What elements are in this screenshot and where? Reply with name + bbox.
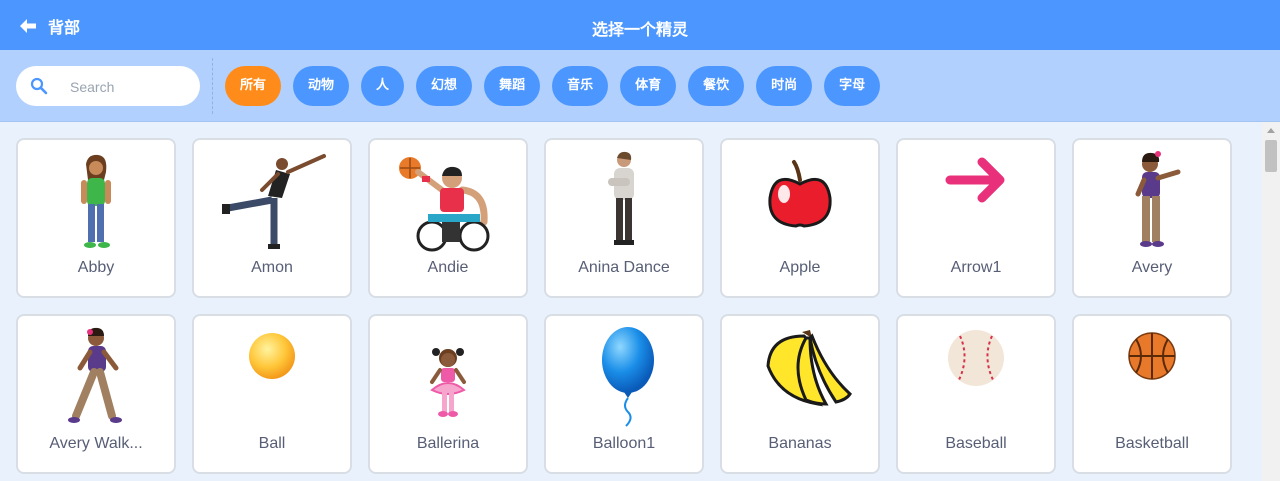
basketball-icon (1092, 326, 1212, 432)
sprite-name: Arrow1 (950, 259, 1002, 276)
sprite-name: Basketball (1115, 435, 1189, 452)
ball-icon (212, 326, 332, 432)
amon-icon (212, 150, 332, 256)
scrollbar-thumb[interactable] (1265, 140, 1277, 172)
tag-button[interactable]: 体育 (620, 66, 677, 106)
sprite-name: Abby (77, 259, 115, 276)
tag-button[interactable]: 所有 (225, 66, 282, 106)
avery-icon (1092, 150, 1212, 256)
sprite-name: Bananas (768, 435, 832, 452)
sprite-card[interactable]: Andie (368, 138, 528, 298)
sprite-card[interactable]: Balloon1 (544, 314, 704, 474)
sprite-card[interactable]: Baseball (896, 314, 1056, 474)
tag-button[interactable]: 舞蹈 (484, 66, 541, 106)
sprite-card[interactable]: Apple (720, 138, 880, 298)
bananas-icon (740, 326, 860, 432)
andie-icon (388, 150, 508, 256)
apple-icon (740, 150, 860, 256)
sprite-card[interactable]: Amon (192, 138, 352, 298)
search-box[interactable] (16, 66, 200, 106)
modal-header: 背部 选择一个精灵 (0, 0, 1280, 50)
sprite-name: Avery (1131, 259, 1173, 276)
sprite-card[interactable]: Basketball (1072, 314, 1232, 474)
tag-button[interactable]: 人 (361, 66, 405, 106)
sprite-card[interactable]: Abby (16, 138, 176, 298)
sprite-name: Avery Walk... (49, 435, 143, 452)
sprite-card[interactable]: Arrow1 (896, 138, 1056, 298)
sprite-name: Baseball (945, 435, 1007, 452)
tag-button[interactable]: 餐饮 (688, 66, 745, 106)
balloon-icon (564, 326, 684, 432)
sprite-name: Amon (251, 259, 293, 276)
sprite-name: Andie (427, 259, 469, 276)
arrow-icon (916, 150, 1036, 256)
abby-icon (36, 150, 156, 256)
tag-button[interactable]: 时尚 (756, 66, 813, 106)
sprite-card[interactable]: Avery (1072, 138, 1232, 298)
tag-button[interactable]: 动物 (293, 66, 350, 106)
sprite-card[interactable]: Ballerina (368, 314, 528, 474)
scrollbar[interactable] (1262, 122, 1280, 481)
tag-list: 所有 动物人幻想 舞蹈 音乐 体育 餐饮 时尚 字母 (225, 66, 892, 106)
sprite-card[interactable]: Anina Dance (544, 138, 704, 298)
baseball-icon (916, 326, 1036, 432)
sprite-name: Balloon1 (592, 435, 656, 452)
tag-button[interactable]: 字母 (824, 66, 881, 106)
anina-dance-icon (564, 150, 684, 256)
scroll-up-icon[interactable] (1267, 128, 1275, 133)
tag-button[interactable]: 音乐 (552, 66, 609, 106)
sprite-name: Ballerina (416, 435, 480, 452)
modal-title: 选择一个精灵 (591, 20, 688, 39)
tag-button[interactable]: 幻想 (416, 66, 473, 106)
sprite-card[interactable]: Ball (192, 314, 352, 474)
sprite-grid: Abby Amon Andie Anina Dance Apple Arrow1… (16, 138, 1232, 474)
search-input[interactable] (68, 75, 192, 99)
sprite-name: Anina Dance (578, 259, 670, 276)
avery-walking-icon (36, 326, 156, 432)
search-icon (30, 77, 48, 95)
filter-divider (212, 58, 213, 114)
sprite-name: Apple (779, 259, 821, 276)
sprite-card[interactable]: Avery Walk... (16, 314, 176, 474)
ballerina-icon (388, 326, 508, 432)
sprite-card[interactable]: Bananas (720, 314, 880, 474)
sprite-name: Ball (258, 435, 286, 452)
filter-bar: 所有动物人幻想舞蹈音乐体育餐饮时尚字母 (0, 50, 1280, 122)
